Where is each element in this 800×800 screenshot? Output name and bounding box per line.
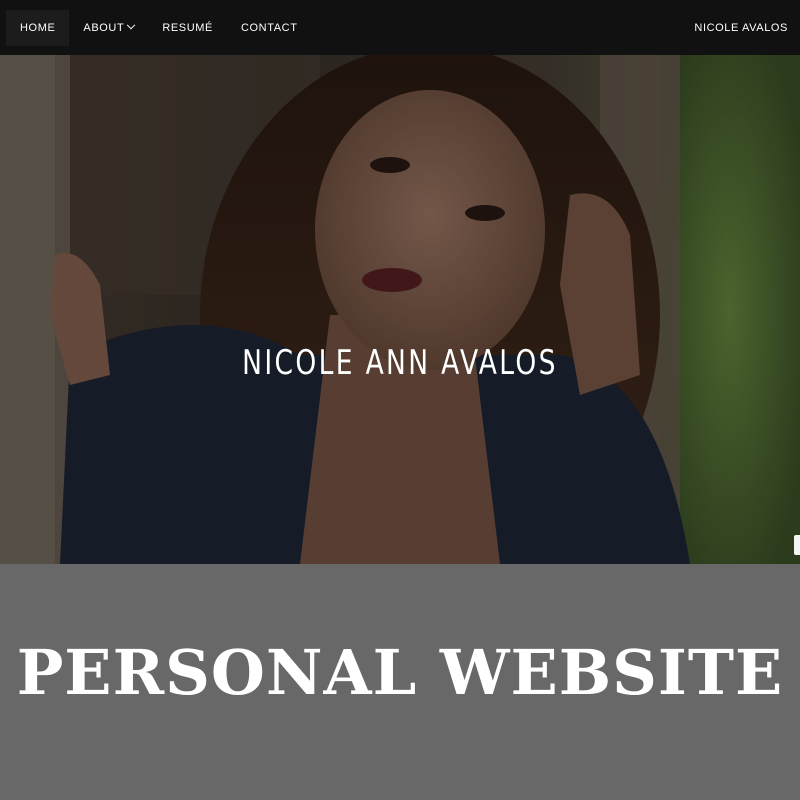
hero-title: NICOLE ANN AVALOS: [242, 343, 558, 383]
nav-resume[interactable]: RESUMÉ: [148, 10, 227, 46]
hero-photo: [0, 55, 800, 564]
nav-home-label: HOME: [20, 21, 56, 34]
site-brand[interactable]: NICOLE AVALOS: [694, 22, 800, 34]
nav-resume-label: RESUMÉ: [162, 21, 213, 34]
top-navbar: HOME ABOUT RESUMÉ CONTACT NICOLE AVALOS: [0, 0, 800, 55]
nav-about[interactable]: ABOUT: [69, 10, 148, 46]
nav-about-label: ABOUT: [83, 21, 125, 34]
banner-text: PERSONAL WEBSITE: [16, 636, 784, 709]
nav-home[interactable]: HOME: [6, 9, 70, 46]
side-scroll-tab[interactable]: [794, 535, 800, 555]
nav-contact-label: CONTACT: [240, 21, 298, 34]
chevron-down-icon: [127, 20, 136, 29]
hero-section: NICOLE ANN AVALOS: [0, 55, 800, 564]
nav-contact[interactable]: CONTACT: [227, 10, 312, 46]
